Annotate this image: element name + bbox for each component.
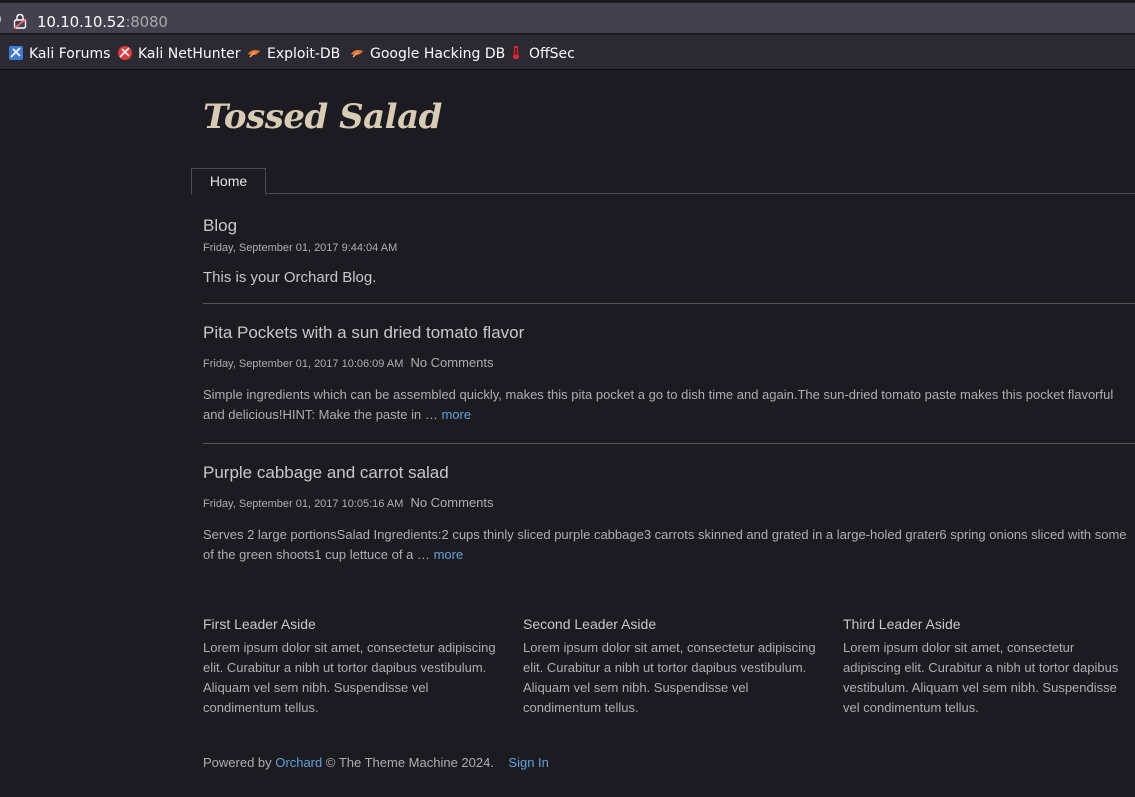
tracking-shield-icon[interactable]	[0, 14, 2, 33]
footer-powered-by: Powered by	[203, 755, 272, 770]
more-link[interactable]: more	[441, 407, 471, 422]
nav-tab-home[interactable]: Home	[191, 168, 266, 195]
aside-title: First Leader Aside	[203, 616, 316, 632]
insecure-lock-icon[interactable]	[13, 13, 27, 34]
post-date: Friday, September 01, 2017 10:06:09 AM	[203, 358, 404, 370]
aside-third: Third Leader Aside Lorem ipsum dolor sit…	[843, 616, 1135, 718]
bookmark-google-hacking-db[interactable]: Google Hacking DB	[349, 45, 505, 62]
bookmarks-toolbar: Kali Forums Kali NetHunter Exploit-DB Go…	[0, 35, 1135, 70]
post-meta: Friday, September 01, 2017 10:05:16 AM N…	[203, 495, 494, 510]
address-field[interactable]: 10.10.10.52:8080	[0, 3, 1135, 33]
aside-text: Lorem ipsum dolor sit amet, consectetur …	[843, 640, 1119, 715]
kali-forums-icon	[8, 45, 24, 61]
post-date: Friday, September 01, 2017 10:05:16 AM	[203, 498, 404, 510]
post-comments: No Comments	[410, 355, 494, 370]
footer-copyright: © The Theme Machine 2024.	[325, 755, 494, 770]
nav-divider	[191, 193, 1135, 194]
exploit-db-icon	[246, 45, 262, 61]
post-title[interactable]: Purple cabbage and carrot salad	[203, 463, 449, 483]
aside-title: Third Leader Aside	[843, 616, 961, 632]
aside-text: Lorem ipsum dolor sit amet, consectetur …	[523, 640, 816, 715]
bookmark-kali-forums[interactable]: Kali Forums	[8, 45, 110, 62]
blog-title: Blog	[203, 216, 238, 235]
footer: Powered by Orchard © The Theme Machine 2…	[203, 755, 549, 770]
page-content: Tossed Salad Home Blog Friday, September…	[0, 70, 1135, 797]
sign-in-link[interactable]: Sign In	[508, 755, 548, 770]
site-title[interactable]: Tossed Salad	[203, 97, 442, 137]
post-excerpt-text: Simple ingredients which can be assemble…	[203, 387, 1114, 422]
post-comments: No Comments	[410, 495, 494, 510]
offsec-icon	[508, 45, 524, 61]
url-text[interactable]: 10.10.10.52:8080	[37, 13, 168, 31]
more-link[interactable]: more	[434, 547, 464, 562]
aside-title: Second Leader Aside	[523, 616, 657, 632]
blog-description: This is your Orchard Blog.	[203, 269, 377, 286]
blog-date: Friday, September 01, 2017 9:44:04 AM	[203, 242, 398, 254]
bookmark-kali-nethunter[interactable]: Kali NetHunter	[117, 45, 240, 62]
url-bar: 10.10.10.52:8080	[0, 0, 1135, 35]
post-title[interactable]: Pita Pockets with a sun dried tomato fla…	[203, 323, 524, 343]
post-excerpt: Simple ingredients which can be assemble…	[203, 385, 1133, 425]
post-meta: Friday, September 01, 2017 10:06:09 AM N…	[203, 355, 494, 370]
aside-first: First Leader Aside Lorem ipsum dolor sit…	[203, 616, 498, 718]
post-excerpt-text: Serves 2 large portionsSalad Ingredients…	[203, 527, 1127, 562]
ghdb-icon	[349, 45, 365, 61]
bookmark-exploit-db[interactable]: Exploit-DB	[246, 45, 340, 62]
post-excerpt: Serves 2 large portionsSalad Ingredients…	[203, 525, 1133, 565]
aside-second: Second Leader Aside Lorem ipsum dolor si…	[523, 616, 818, 718]
orchard-link[interactable]: Orchard	[275, 755, 322, 770]
divider	[203, 303, 1135, 304]
kali-nethunter-icon	[117, 45, 133, 61]
aside-text: Lorem ipsum dolor sit amet, consectetur …	[203, 640, 496, 715]
divider	[203, 443, 1135, 444]
bookmark-offsec[interactable]: OffSec	[508, 45, 575, 62]
